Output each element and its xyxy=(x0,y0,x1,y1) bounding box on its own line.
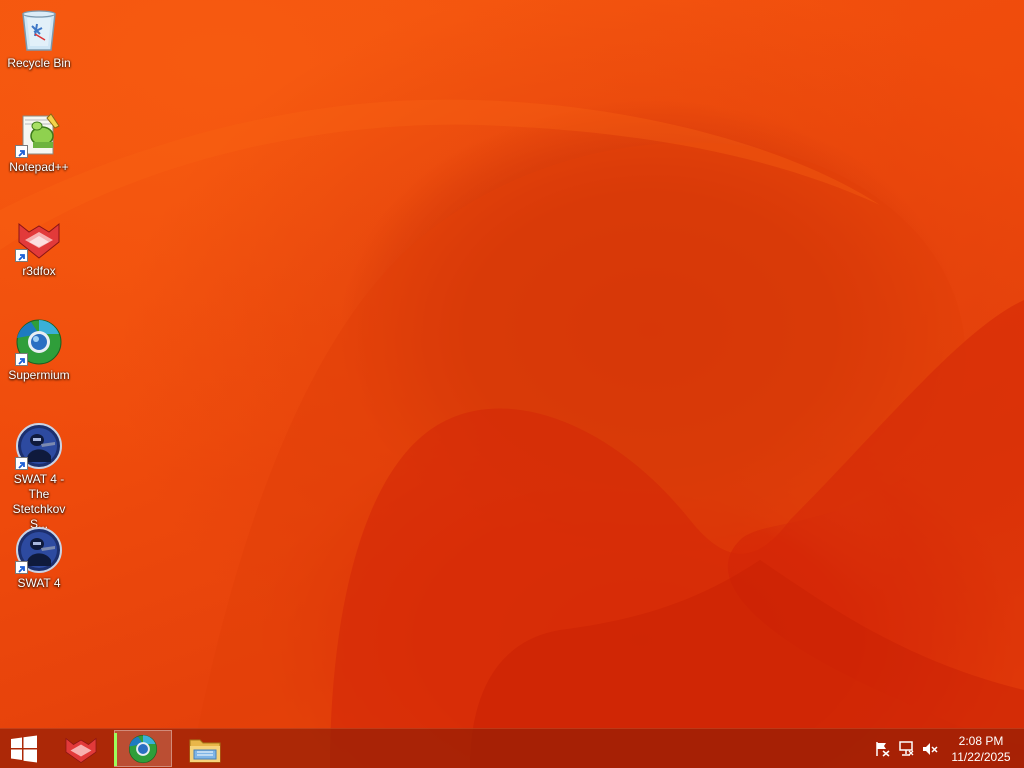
shortcut-arrow-icon xyxy=(15,145,28,158)
shortcut-arrow-icon xyxy=(15,457,28,470)
wallpaper-swirl xyxy=(0,99,1024,768)
taskbar: 2:08 PM 11/22/2025 xyxy=(0,728,1024,768)
swat4-icon xyxy=(15,422,63,470)
desktop-icon-swat4-stetchkov[interactable]: SWAT 4 - The Stetchkov S... xyxy=(0,422,78,532)
volume-muted-icon[interactable] xyxy=(922,741,938,757)
desktop[interactable]: Recycle Bin Notepad++ r3dfox Supermium S… xyxy=(0,0,1024,768)
desktop-icon-recycle-bin[interactable]: Recycle Bin xyxy=(0,6,78,71)
taskbar-clock[interactable]: 2:08 PM 11/22/2025 xyxy=(946,733,1016,765)
clock-time: 2:08 PM xyxy=(958,734,1004,748)
r3dfox-icon xyxy=(15,214,63,262)
desktop-icon-swat4[interactable]: SWAT 4 xyxy=(0,526,78,591)
r3dfox-icon xyxy=(65,737,97,763)
desktop-icon-label: SWAT 4 xyxy=(17,576,61,590)
desktop-icon-label: r3dfox xyxy=(22,264,56,278)
desktop-icon-supermium[interactable]: Supermium xyxy=(0,318,78,383)
desktop-icon-r3dfox[interactable]: r3dfox xyxy=(0,214,78,279)
recycle-bin-icon xyxy=(15,6,63,54)
folder-icon xyxy=(189,739,221,762)
shortcut-arrow-icon xyxy=(15,249,28,262)
desktop-icon-notepad-plus-plus[interactable]: Notepad++ xyxy=(0,110,78,175)
start-button[interactable] xyxy=(0,729,48,768)
desktop-icon-label: Recycle Bin xyxy=(7,56,71,70)
shortcut-arrow-icon xyxy=(15,561,28,574)
taskbar-button-supermium[interactable] xyxy=(114,730,172,767)
windows-start-icon xyxy=(11,735,37,763)
network-icon[interactable] xyxy=(898,741,914,757)
desktop-icon-label: Notepad++ xyxy=(9,160,69,174)
action-center-flag-icon[interactable] xyxy=(874,741,890,757)
supermium-icon xyxy=(128,734,158,763)
shortcut-arrow-icon xyxy=(15,353,28,366)
supermium-icon xyxy=(15,318,63,366)
notepad-plus-plus-icon xyxy=(15,110,63,158)
swat4-icon xyxy=(15,526,63,574)
desktop-icon-label: SWAT 4 - The Stetchkov S... xyxy=(12,472,66,531)
taskbar-button-r3dfox[interactable] xyxy=(52,730,110,767)
desktop-icon-label: Supermium xyxy=(8,368,70,382)
clock-date: 11/22/2025 xyxy=(951,750,1011,764)
taskbar-button-file-explorer[interactable] xyxy=(176,730,234,767)
